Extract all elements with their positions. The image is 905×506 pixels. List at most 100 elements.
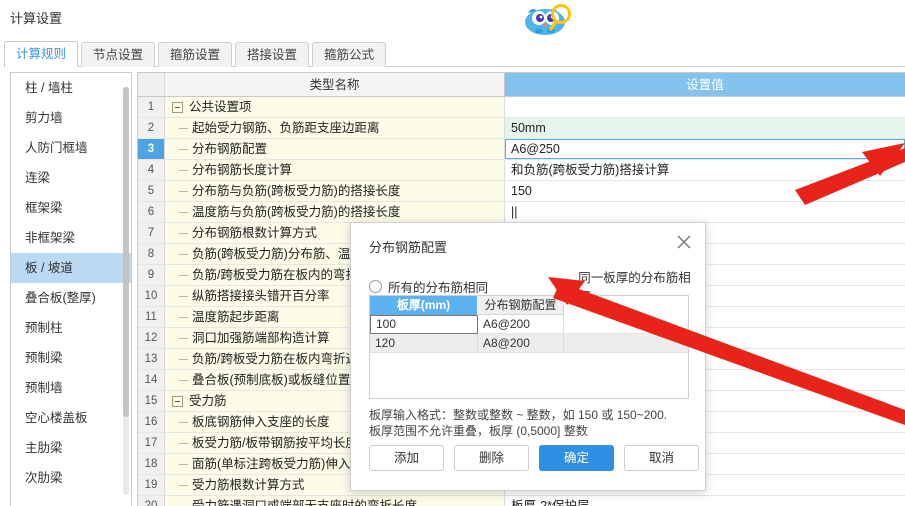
sidebar-item-precast-column[interactable]: 预制柱 [11,313,131,343]
row-index: 7 [138,223,165,243]
radio-same-thickness-indicator [559,279,573,293]
row-index: 10 [138,286,165,306]
row-index: 5 [138,181,165,201]
tree-branch-icon [179,464,188,466]
row-type-name-label: 分布筋与负筋(跨板受力筋)的搭接长度 [192,184,401,198]
tab-node-settings[interactable]: 节点设置 [81,42,156,67]
grid-header-row: 类型名称 设置值 [138,73,905,97]
grid-header-type-name: 类型名称 [165,73,505,96]
grid-header-set-value: 设置值 [505,73,905,96]
table-row[interactable]: 6 温度筋与负筋(跨板受力筋)的搭接长度 || [138,202,905,223]
add-button[interactable]: 添加 [369,445,444,471]
tab-stirrup-formula[interactable]: 箍筋公式 [312,42,387,67]
sidebar-item-airdefense-doorframe-wall[interactable]: 人防门框墙 [11,133,131,163]
grid-header-index [138,73,165,96]
sidebar-item-secondary-rib-beam[interactable]: 次肋梁 [11,463,131,493]
row-type-name-label: 板底钢筋伸入支座的长度 [192,415,330,429]
tree-branch-icon [179,338,188,340]
sidebar-item-shearwall[interactable]: 剪力墙 [11,103,131,133]
table-row[interactable]: 1 公共设置项 [138,97,905,118]
sidebar-item-coupling-beam[interactable]: 连梁 [11,163,131,193]
row-index: 6 [138,202,165,222]
collapse-icon[interactable] [172,396,183,408]
thickness-row[interactable]: 100 A6@200 [370,315,688,334]
sidebar-item-precast-beam[interactable]: 预制梁 [11,343,131,373]
row-type-name-label: 起始受力钢筋、负筋距支座边距离 [192,121,380,135]
tree-branch-icon [179,380,188,382]
thickness-config-table: 板厚(mm) 分布钢筋配置 100 A6@200 120 A8@200 [369,295,689,399]
row-index: 8 [138,244,165,264]
cancel-button[interactable]: 取消 [624,445,699,471]
input-format-hint: 板厚输入格式：整数或整数 ~ 整数，如 150 或 150~200. 板厚范围不… [369,407,699,439]
config-cell[interactable]: A6@200 [478,315,564,334]
row-type-name: 分布钢筋配置 [165,139,505,159]
tab-stirrup-settings[interactable]: 箍筋设置 [158,42,233,67]
tab-lap-settings[interactable]: 搭接设置 [235,42,310,67]
row-type-name: 分布钢筋长度计算 [165,160,505,180]
row-type-name: 起始受力钢筋、负筋距支座边距离 [165,118,505,138]
dialog-button-bar: 添加 删除 确定 取消 [369,445,699,471]
calc-settings-window: 计算设置 计算规则 节点设置 箍筋设置 搭接设置 箍筋公式 柱 / 墙柱 剪力墙… [0,0,905,506]
config-cell[interactable]: A8@200 [478,334,564,353]
row-type-name-label: 公共设置项 [189,100,252,114]
sidebar-item-column-wallcolumn[interactable]: 柱 / 墙柱 [11,73,131,103]
row-set-value[interactable]: || [505,202,905,222]
confirm-button[interactable]: 确定 [539,445,614,471]
row-type-name-label: 叠合板(预制底板)或板缝位置是否 [192,373,376,387]
row-index: 20 [138,496,165,506]
row-type-name: 受力筋遇洞口或端部无支座时的弯折长度 [165,496,505,506]
thickness-row[interactable]: 120 A8@200 [370,334,688,353]
row-index: 14 [138,370,165,390]
sidebar-item-precast-wall[interactable]: 预制墙 [11,373,131,403]
tree-branch-icon [179,359,188,361]
table-row[interactable]: 2 起始受力钢筋、负筋距支座边距离 50mm [138,118,905,139]
row-index: 18 [138,454,165,474]
table-row[interactable]: 3 分布钢筋配置 A6@250 [138,139,905,160]
filler-cell [564,315,688,334]
row-type-name-label: 负筋(跨板受力筋)分布筋、温度筋 [192,247,376,261]
delete-button[interactable]: 删除 [454,445,529,471]
tree-branch-icon [179,317,188,319]
sidebar-item-frame-beam[interactable]: 框架梁 [11,193,131,223]
tab-calc-rules[interactable]: 计算规则 [4,41,79,67]
thickness-table-body: 100 A6@200 120 A8@200 [370,315,688,353]
row-set-value[interactable]: 板厚-2*保护层 [505,496,905,506]
sidebar-item-nonframe-beam[interactable]: 非框架梁 [11,223,131,253]
thickness-table-header: 板厚(mm) 分布钢筋配置 [370,296,688,315]
row-index: 2 [138,118,165,138]
row-set-value[interactable]: A6@250 [505,139,905,159]
tabbar: 计算规则 节点设置 箍筋设置 搭接设置 箍筋公式 [4,41,905,67]
tree-branch-icon [179,254,188,256]
tree-branch-icon [179,275,188,277]
row-set-value[interactable]: 和负筋(跨板受力筋)搭接计算 [505,160,905,180]
collapse-icon[interactable] [172,102,183,114]
close-icon[interactable] [673,231,695,253]
sidebar-scrollbar[interactable] [123,87,129,495]
bird-magnifier-logo [518,2,578,36]
thickness-cell[interactable]: 120 [370,334,478,353]
thickness-cell[interactable]: 100 [370,315,478,334]
tree-branch-icon [179,149,188,151]
tree-branch-icon [179,443,188,445]
sidebar-item-slab-ramp[interactable]: 板 / 坡道 [11,253,131,283]
row-type-name: 公共设置项 [165,97,505,117]
row-type-name-label: 受力筋遇洞口或端部无支座时的弯折长度 [192,499,418,506]
tree-branch-icon [179,128,188,130]
row-index: 3 [138,139,165,159]
row-index: 9 [138,265,165,285]
row-index: 12 [138,328,165,348]
sidebar-item-hollow-floor-slab[interactable]: 空心楼盖板 [11,403,131,433]
table-row[interactable]: 20 受力筋遇洞口或端部无支座时的弯折长度 板厚-2*保护层 [138,496,905,506]
table-row[interactable]: 4 分布钢筋长度计算 和负筋(跨板受力筋)搭接计算 [138,160,905,181]
row-index: 17 [138,433,165,453]
row-set-value[interactable]: 150 [505,181,905,201]
row-index: 4 [138,160,165,180]
sidebar-item-composite-slab[interactable]: 叠合板(整厚) [11,283,131,313]
table-row[interactable]: 5 分布筋与负筋(跨板受力筋)的搭接长度 150 [138,181,905,202]
row-set-value[interactable]: 50mm [505,118,905,138]
sidebar-item-main-rib-beam[interactable]: 主肋梁 [11,433,131,463]
dialog-title: 分布钢筋配置 [369,240,448,255]
row-type-name: 分布筋与负筋(跨板受力筋)的搭接长度 [165,181,505,201]
category-sidebar: 柱 / 墙柱 剪力墙 人防门框墙 连梁 框架梁 非框架梁 板 / 坡道 叠合板(… [10,72,132,506]
row-set-value[interactable] [505,97,905,117]
